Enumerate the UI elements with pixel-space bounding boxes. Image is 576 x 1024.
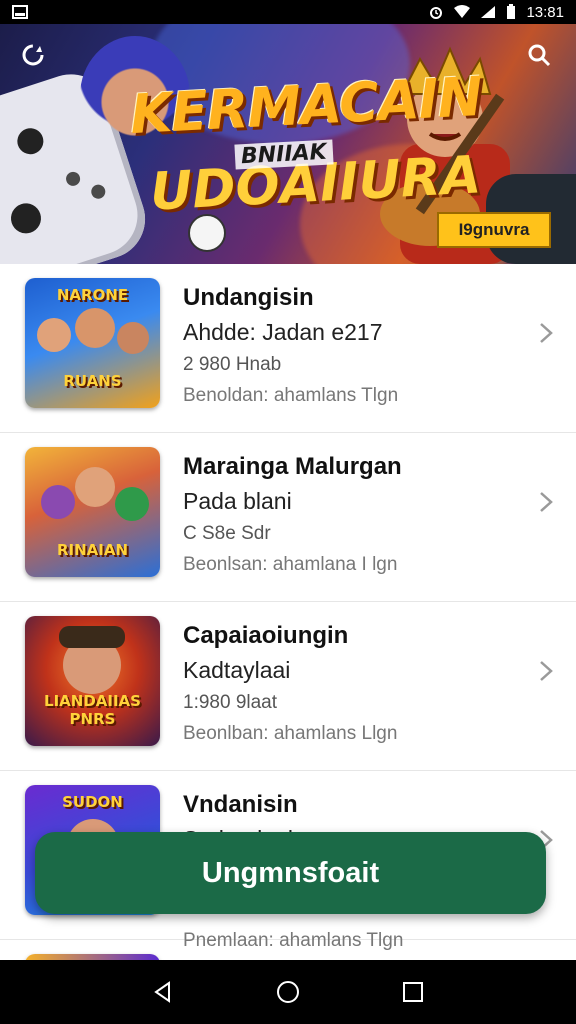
item-meta: 1:980 9laat	[183, 692, 278, 713]
item-footer: Beonlsan: ahamlana I lgn	[183, 554, 398, 575]
app-thumbnail: RINAIAN	[25, 447, 160, 577]
item-footer: Beonlban: ahamlans Llgn	[183, 723, 398, 744]
thumbnail-label: LIANDAIIAS PNRS	[44, 692, 141, 728]
app-thumbnail: LIANDAIIAS PNRS	[25, 616, 160, 746]
primary-action-button[interactable]: Ungmnsfoait	[35, 832, 546, 914]
item-title: Vndanisin	[183, 791, 298, 818]
thumbnail-top-text: NARONE	[56, 286, 129, 304]
home-icon	[276, 981, 299, 1003]
app-thumbnail: NARONE RUANS	[25, 278, 160, 408]
item-title: Undangisin	[183, 284, 314, 311]
item-footer: Benoldan: ahamlans Tlgn	[183, 385, 399, 406]
search-icon[interactable]	[526, 42, 552, 68]
thumbnail-label: RUANS	[63, 372, 122, 390]
banner-cta-button[interactable]: I9gnuvra	[437, 212, 551, 248]
wifi-icon	[454, 5, 471, 18]
list-item[interactable]: NARONE RUANS Undangisin Ahdde: Jadan e21…	[0, 264, 576, 433]
chevron-right-icon[interactable]	[538, 660, 554, 682]
banner-subtitle: BNIIAK	[234, 139, 334, 170]
back-icon	[153, 981, 170, 1003]
status-right: 13:81	[428, 4, 564, 21]
item-title: Marainga Malurgan	[183, 453, 402, 480]
promo-banner[interactable]: KERMACAIN UDOAIIURA BNIIAK I9gnuvra	[0, 24, 576, 264]
item-meta: C S8e Sdr	[183, 523, 271, 544]
thumbnail-top-text: SUDON	[62, 793, 123, 811]
home-button[interactable]	[273, 977, 303, 1007]
status-left	[12, 5, 28, 19]
item-footer: Pnemlaan: ahamlans Tlgn	[183, 930, 404, 951]
item-subtitle: Ahdde: Jadan e217	[183, 319, 383, 345]
item-subtitle: Kadtaylaai	[183, 657, 291, 683]
back-button[interactable]	[148, 977, 178, 1007]
alarm-icon	[430, 7, 443, 19]
battery-icon	[507, 4, 516, 19]
status-bar: 13:81	[0, 0, 576, 24]
navigation-bar	[0, 960, 576, 1024]
signal-icon	[481, 6, 496, 18]
chevron-right-icon[interactable]	[538, 491, 554, 513]
recents-button[interactable]	[398, 977, 428, 1007]
recents-icon	[403, 982, 424, 1002]
chevron-right-icon[interactable]	[538, 322, 554, 344]
thumbnail-label: RINAIAN	[56, 541, 129, 559]
list-item[interactable]: LIANDAIIAS PNRS Capaiaoiungin Kadtaylaai…	[0, 602, 576, 771]
list-item[interactable]: RINAIAN Marainga Malurgan Pada blani C S…	[0, 433, 576, 602]
item-subtitle: Pada blani	[183, 488, 292, 514]
item-meta: 2 980 Hnab	[183, 354, 282, 375]
status-time: 13:81	[526, 3, 564, 21]
refresh-icon[interactable]	[20, 42, 46, 68]
item-title: Capaiaoiungin	[183, 622, 349, 649]
image-icon	[12, 5, 28, 19]
